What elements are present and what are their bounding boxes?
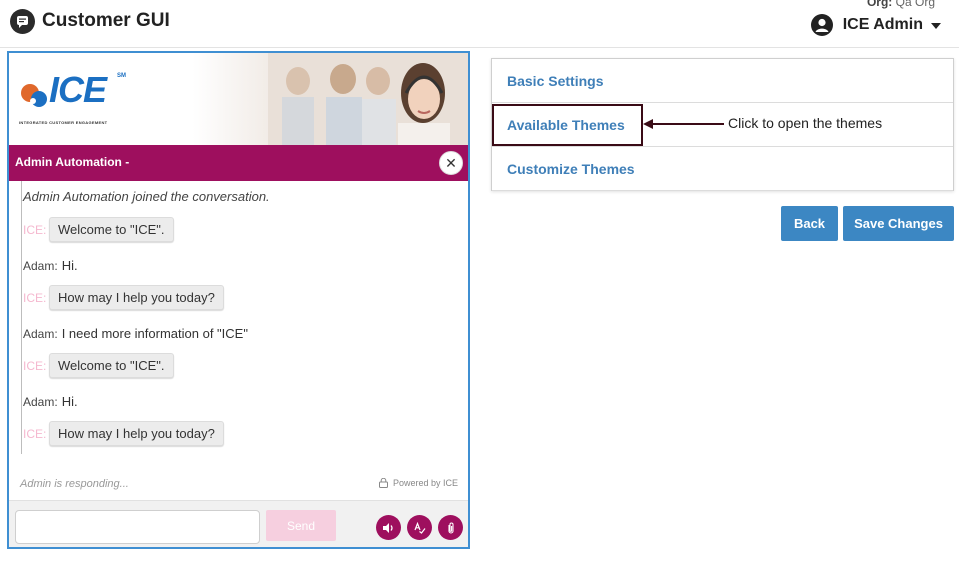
user-avatar-icon [810, 14, 833, 36]
sender-label: ICE: [23, 290, 47, 305]
chat-bubble-icon [10, 9, 35, 34]
chevron-down-icon[interactable] [931, 23, 941, 29]
user-name: ICE Admin [842, 16, 923, 33]
brand-mark: SM [117, 73, 126, 79]
menu-item-basic-settings[interactable]: Basic Settings [492, 59, 953, 103]
customer-message: Adam: I need more information of "ICE" [23, 326, 248, 341]
typing-status: Admin is responding... [20, 478, 129, 490]
annotation-callout: Click to open the themes [728, 115, 883, 131]
top-bar: Customer GUI Org: Qa Org ICE Admin [0, 0, 959, 48]
chat-banner: ICE SM INTEGRATED CUSTOMER ENGAGEMENT [9, 53, 468, 145]
agent-message: ICE: Welcome to "ICE". [23, 217, 174, 242]
sender-label: ICE: [23, 358, 47, 373]
annotation-arrow-line [652, 123, 724, 125]
sender-label: ICE: [23, 426, 47, 441]
message-bubble: Welcome to "ICE". [49, 353, 174, 378]
sender-label: Adam: [23, 394, 58, 409]
app-title: Customer GUI [42, 10, 170, 31]
send-button[interactable]: Send [266, 510, 336, 541]
sender-label: Adam: [23, 326, 58, 341]
message-text: Hi. [61, 394, 78, 409]
user-menu[interactable]: ICE Admin [810, 14, 941, 36]
chat-header: Admin Automation - ✕ [9, 145, 468, 181]
brand-name: ICE [49, 69, 107, 110]
chat-message-input[interactable] [15, 510, 260, 544]
close-icon[interactable]: ✕ [439, 151, 463, 175]
customer-message: Adam: Hi. [23, 258, 78, 273]
org-indicator: Org: Qa Org [867, 0, 935, 9]
spell-check-icon[interactable] [407, 515, 432, 540]
sender-label: Adam: [23, 258, 58, 273]
lock-icon [378, 478, 388, 488]
chat-widget-preview: ICE SM INTEGRATED CUSTOMER ENGAGEMENT Ad… [7, 51, 470, 549]
back-button[interactable]: Back [781, 206, 838, 241]
message-bubble: How may I help you today? [49, 421, 224, 446]
speaker-icon[interactable] [376, 515, 401, 540]
menu-item-label: Customize Themes [507, 161, 635, 177]
agent-message: ICE: Welcome to "ICE". [23, 353, 174, 378]
menu-item-label: Basic Settings [507, 73, 604, 89]
message-bubble: Welcome to "ICE". [49, 217, 174, 242]
attachment-icon[interactable] [438, 515, 463, 540]
annotation-highlight-box [492, 104, 643, 146]
brand-tagline: INTEGRATED CUSTOMER ENGAGEMENT [19, 120, 108, 125]
message-bubble: How may I help you today? [49, 285, 224, 310]
powered-by-text: Powered by ICE [392, 478, 458, 488]
org-label: Org: [866, 0, 893, 9]
sender-label: ICE: [23, 222, 47, 237]
agents-photo [268, 53, 468, 145]
save-changes-button[interactable]: Save Changes [843, 206, 954, 241]
agent-message: ICE: How may I help you today? [23, 285, 224, 310]
agent-message: ICE: How may I help you today? [23, 421, 224, 446]
org-value: Qa Org [895, 0, 935, 9]
message-text: I need more information of "ICE" [61, 326, 248, 341]
chat-transcript: Admin Automation joined the conversation… [21, 181, 461, 454]
powered-by: Powered by ICE [378, 478, 458, 488]
menu-item-customize-themes[interactable]: Customize Themes [492, 147, 953, 191]
chat-title: Admin Automation - [15, 155, 130, 169]
customer-message: Adam: Hi. [23, 394, 78, 409]
chat-composer: Send [9, 500, 468, 547]
message-text: Hi. [61, 258, 78, 273]
system-message: Admin Automation joined the conversation… [23, 189, 270, 204]
